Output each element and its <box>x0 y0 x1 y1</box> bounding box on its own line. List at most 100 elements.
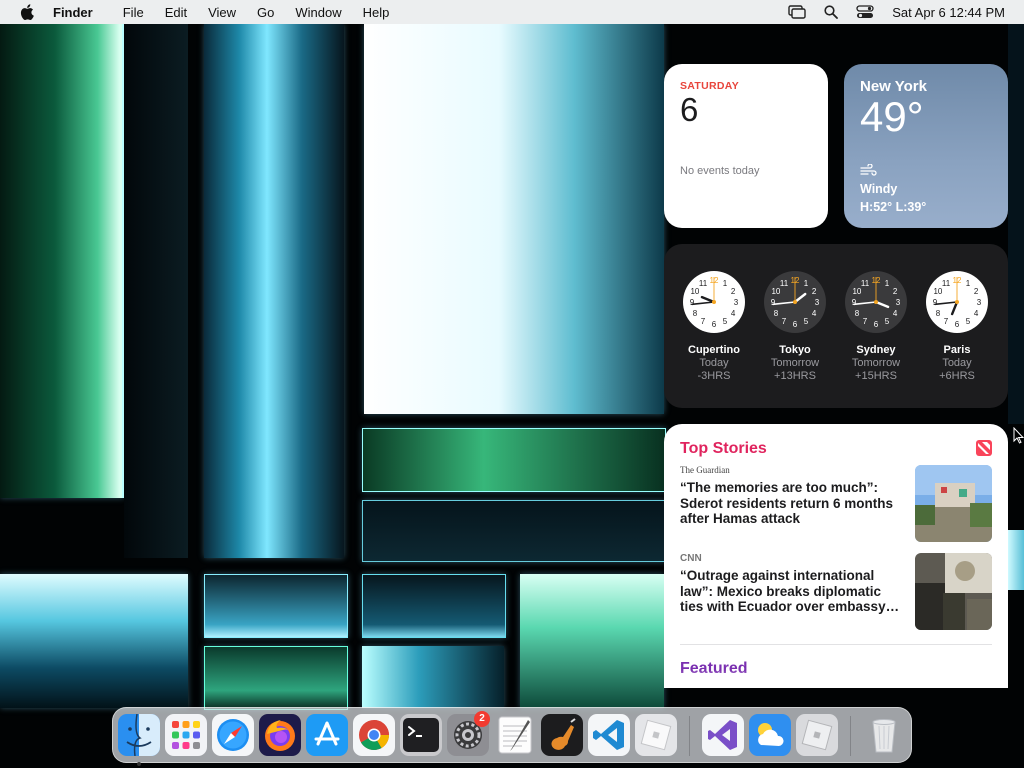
svg-text:1: 1 <box>723 279 728 288</box>
dock-vscode[interactable] <box>588 714 630 756</box>
clock-cupertino: 1 2 3 4 5 6 7 8 9 10 11 12 Cupertino Today -3HRS <box>674 270 754 382</box>
svg-text:4: 4 <box>893 309 898 318</box>
trash-icon <box>872 719 896 753</box>
dock-garageband[interactable] <box>541 714 583 756</box>
weather-high-low: H:52° L:39° <box>860 200 927 214</box>
clock-city: Sydney <box>856 344 896 356</box>
svg-text:4: 4 <box>974 309 979 318</box>
weather-temperature: 49° <box>860 93 924 140</box>
dock-launchpad[interactable] <box>165 714 207 756</box>
svg-text:2: 2 <box>893 287 898 296</box>
clock-day: Today <box>942 357 972 369</box>
clock-offset: +15HRS <box>855 370 897 382</box>
menu-file[interactable]: File <box>123 5 144 20</box>
world-clock-widget[interactable]: 1 2 3 4 5 6 7 8 9 10 11 12 Cupertino Today -3HRS 12… <box>664 244 1008 408</box>
dock-terminal[interactable] <box>400 714 442 756</box>
dock-visual-studio[interactable] <box>702 714 744 756</box>
wind-icon <box>860 163 878 183</box>
news-widget[interactable]: Top Stories The Guardian “The memories a… <box>664 424 1008 688</box>
weather-condition: Windy <box>860 182 898 196</box>
dock-app-store[interactable] <box>306 714 348 756</box>
apple-menu-icon[interactable] <box>17 4 37 20</box>
menu-app-name[interactable]: Finder <box>53 5 93 20</box>
calendar-date: 6 <box>680 91 699 128</box>
clock-day: Tomorrow <box>770 357 820 369</box>
svg-text:1: 1 <box>966 279 971 288</box>
dock-textedit[interactable] <box>494 714 536 756</box>
menu-view[interactable]: View <box>208 5 236 20</box>
svg-text:3: 3 <box>734 298 739 307</box>
dock-chrome[interactable] <box>353 714 395 756</box>
svg-text:7: 7 <box>944 317 949 326</box>
weather-icon <box>749 714 791 756</box>
roblox-icon <box>635 714 677 756</box>
svg-text:11: 11 <box>861 279 870 288</box>
running-indicator <box>137 762 141 766</box>
roblox-studio-icon <box>796 714 838 756</box>
menu-bar: Finder File Edit View Go Window Help Sat… <box>0 0 1024 24</box>
dock-roblox[interactable] <box>635 714 677 756</box>
calendar-widget[interactable]: SATURDAY 6 No events today <box>664 64 828 228</box>
terminal-icon <box>400 714 442 756</box>
svg-text:8: 8 <box>774 309 779 318</box>
clock-city: Tokyo <box>779 344 811 356</box>
clock-tokyo: 1 2 3 4 5 6 7 8 9 10 11 12 Tokyo Tomorrow +13HRS <box>755 270 835 382</box>
clock-sydney: 1 2 3 4 5 6 7 8 9 10 11 12 Sydney Tomorrow +15HRS <box>836 270 916 382</box>
svg-text:9: 9 <box>690 298 695 307</box>
apple-news-icon <box>976 440 992 461</box>
dock-roblox-studio[interactable] <box>796 714 838 756</box>
svg-text:6: 6 <box>712 320 717 329</box>
svg-text:11: 11 <box>780 279 789 288</box>
menu-window[interactable]: Window <box>295 5 341 20</box>
dock-safari[interactable] <box>212 714 254 756</box>
news-story[interactable]: The Guardian “The memories are too much”… <box>680 465 992 542</box>
dock: 2 <box>112 707 912 766</box>
svg-text:10: 10 <box>690 287 699 296</box>
svg-text:10: 10 <box>771 287 780 296</box>
screen-mirroring-icon[interactable] <box>787 2 807 22</box>
svg-text:10: 10 <box>933 287 942 296</box>
svg-text:11: 11 <box>699 279 708 288</box>
clock-city: Cupertino <box>688 344 740 356</box>
menu-go[interactable]: Go <box>257 5 274 20</box>
analog-clock-icon: 1234567891011 12 <box>683 271 745 333</box>
svg-text:7: 7 <box>701 317 706 326</box>
news-fade <box>664 670 1008 688</box>
dock-separator <box>689 716 690 756</box>
news-thumbnail <box>915 465 992 542</box>
menu-bar-clock[interactable]: Sat Apr 6 12:44 PM <box>892 5 1005 20</box>
launchpad-icon <box>165 714 207 756</box>
svg-text:5: 5 <box>966 317 971 326</box>
clock-offset: +6HRS <box>939 370 975 382</box>
dock-separator <box>850 716 851 756</box>
spotlight-search-icon[interactable] <box>821 2 841 22</box>
svg-text:8: 8 <box>693 309 698 318</box>
svg-text:1: 1 <box>885 279 890 288</box>
svg-text:8: 8 <box>936 309 941 318</box>
dock-finder[interactable] <box>118 714 160 766</box>
mouse-cursor <box>1013 426 1024 449</box>
svg-text:4: 4 <box>812 309 817 318</box>
svg-text:9: 9 <box>933 298 938 307</box>
dock-firefox[interactable] <box>259 714 301 756</box>
news-story[interactable]: CNN “Outrage against international law”:… <box>680 553 992 630</box>
svg-text:6: 6 <box>793 320 798 329</box>
notification-badge: 2 <box>474 711 490 727</box>
news-heading: Top Stories <box>680 440 767 457</box>
dock-trash[interactable] <box>863 714 905 756</box>
svg-text:9: 9 <box>852 298 857 307</box>
control-center-icon[interactable] <box>855 2 875 22</box>
dock-weather[interactable] <box>749 714 791 756</box>
calendar-events-text: No events today <box>680 165 760 177</box>
menu-edit[interactable]: Edit <box>165 5 187 20</box>
svg-text:6: 6 <box>874 320 879 329</box>
weather-widget[interactable]: New York 49° Windy H:52° L:39° <box>844 64 1008 228</box>
svg-text:2: 2 <box>731 287 736 296</box>
clock-day: Tomorrow <box>851 357 901 369</box>
menu-help[interactable]: Help <box>363 5 390 20</box>
chrome-icon <box>353 714 395 756</box>
dock-system-settings[interactable]: 2 <box>447 711 490 756</box>
svg-text:4: 4 <box>731 309 736 318</box>
safari-icon <box>212 714 254 756</box>
finder-icon <box>118 714 160 756</box>
